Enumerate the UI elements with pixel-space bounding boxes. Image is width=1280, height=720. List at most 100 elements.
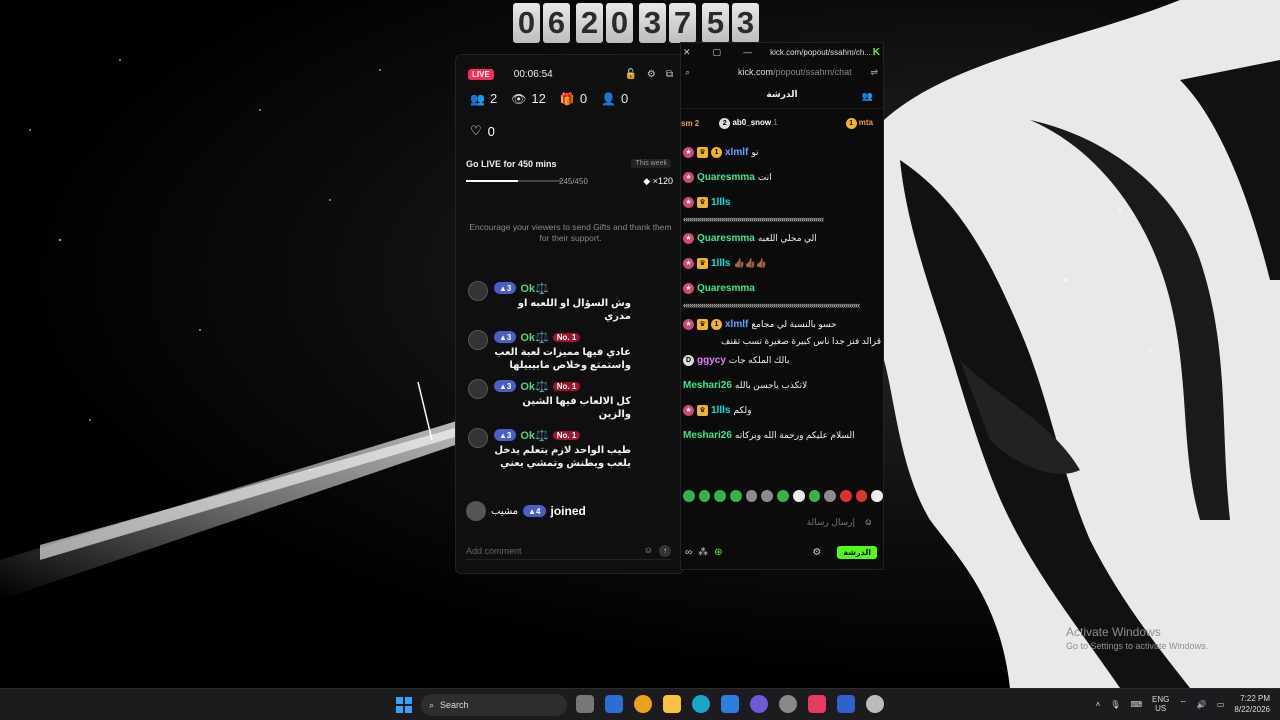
top-gifter-badge: No. 1 <box>552 332 581 342</box>
views-count: 12 <box>531 91 546 106</box>
gear-icon[interactable]: ⚙ <box>812 547 821 558</box>
send-button[interactable]: الدرشة <box>837 545 877 559</box>
address-domain: kick.com <box>738 67 774 77</box>
language-indicator[interactable]: ENG US <box>1152 695 1169 713</box>
maximize-icon[interactable]: ▢ <box>713 47 722 58</box>
emote-icon[interactable] <box>824 490 836 502</box>
join-notification: مشيب ▲ 4 joined <box>466 501 586 521</box>
chat-message[interactable]: ★ ♛ 1llls 👍🏾👍🏾👍🏾 <box>681 252 883 275</box>
emote-icon[interactable] <box>683 490 695 502</box>
message-input[interactable]: إرسال رسالة ☺ <box>685 513 873 531</box>
kick-chat-list: ★ ♛ 1 xlmlf تو ★ Quaresmma انت ★ ♛ 1llls «««««… <box>681 141 883 449</box>
emote-icon[interactable] <box>761 490 774 502</box>
chat-message[interactable]: ★ ♛ 1llls ولكم <box>681 399 883 422</box>
gifter-right: mta <box>858 117 873 127</box>
top-gifter-badge: No. 1 <box>552 430 581 440</box>
mail-icon[interactable] <box>721 695 739 713</box>
message-text: 👍🏾👍🏾👍🏾 <box>733 258 768 268</box>
emote-icon[interactable] <box>839 490 852 502</box>
taskbar-search[interactable]: ⌕ Search <box>421 694 567 716</box>
chat-message[interactable]: ▲ 3 Ok⚖️ No. 1 كل الالعاب فيها الشين والزي… <box>466 379 681 421</box>
chat-footer: ∞ ⁂ ⊛ ⚙ الدرشة <box>681 543 883 561</box>
site-settings-icon[interactable]: ⇌ <box>870 67 878 78</box>
chat-message[interactable]: ★ ♛ 1 xlmlf حسو بالنسبة لي مجامع قرالد فنز ج… <box>681 313 883 347</box>
chat-message[interactable]: ★ Quaresmma انت <box>681 166 883 189</box>
username: ggycy <box>697 355 726 366</box>
chat-message[interactable]: ▲ 3 Ok⚖️ No. 1 طيب الواحد لازم يتعلم يدخل … <box>466 428 681 470</box>
drops-icon[interactable]: ⁂ <box>698 547 708 558</box>
message-text: حسو بالنسبة لي مجامع <box>751 319 837 329</box>
viewers-count: 2 <box>489 91 498 106</box>
sub-badge-icon: ★ <box>683 405 694 416</box>
likes-count: 0 <box>487 123 495 139</box>
live-goal[interactable]: Go LIVE for 450 mins This week 245/450 ◆… <box>466 159 675 186</box>
emote-icon[interactable] <box>777 490 789 502</box>
send-icon[interactable]: ↑ <box>659 544 671 557</box>
emote-icon[interactable] <box>871 490 883 502</box>
discord-icon[interactable] <box>750 695 768 713</box>
chat-message[interactable]: ▲ 3 Ok⚖️ No. 1 عادي فيها مميزات لعبة العب … <box>466 330 681 372</box>
people-icon[interactable]: 👥 <box>862 91 873 102</box>
app-icon[interactable] <box>837 695 855 713</box>
watermark-title: Activate Windows <box>1066 625 1161 639</box>
emote-icon[interactable] <box>698 490 711 502</box>
chat-message[interactable]: ▲ 3 Ok⚖️ وش السؤال او اللعبه او مدري <box>466 281 681 323</box>
microphone-icon[interactable]: 🎙 <box>1110 700 1120 709</box>
edge-icon[interactable] <box>692 695 710 713</box>
message-text: السلام عليكم ورحمة الله وبركاته <box>734 430 855 440</box>
level-value: 3 <box>506 430 512 440</box>
chat-message[interactable]: ★ ♛ 1llls ««««««««««««««««««««««««««««««««… <box>681 191 883 225</box>
emote-icon[interactable] <box>855 490 868 502</box>
keyboard-icon[interactable]: ⌨ <box>1130 700 1142 709</box>
popout-icon[interactable]: ⧉ <box>666 69 673 80</box>
wave-icon <box>466 501 486 521</box>
address-bar[interactable]: ⌕ kick.com/popout/ssahm/chat ⇌ <box>681 64 883 80</box>
comment-input[interactable]: Add comment ☺ ↑ <box>466 542 671 560</box>
clock-tray[interactable]: 7:22 PM 8/22/2026 <box>1234 693 1270 715</box>
chat-message[interactable]: ★ Quaresmma الي محلي اللعبه <box>681 227 883 250</box>
volume-icon[interactable]: 🔊 <box>1197 700 1207 709</box>
users-icon: 👥 <box>470 91 485 106</box>
desktop: 06 20 37 53 LIVE 00:06:54 🔓 ⚙ ⧉ 👥 2 👁 12 🎁… <box>0 0 1280 688</box>
emote-icon[interactable] <box>792 490 805 502</box>
gold-badge-icon: 1 <box>711 319 722 330</box>
file-explorer-icon[interactable] <box>663 695 681 713</box>
chat-message[interactable]: Meshari26 السلام عليكم ورحمة الله وبركاته <box>681 424 883 447</box>
emote-icon[interactable] <box>730 490 742 502</box>
live-dashboard-window: LIVE 00:06:54 🔓 ⚙ ⧉ 👥 2 👁 12 🎁 0 👤 0 ♡ 0 Go … <box>455 54 684 574</box>
emoji-icon[interactable]: ☺ <box>864 517 873 527</box>
store-icon[interactable] <box>605 695 623 713</box>
username: Meshari26 <box>683 380 732 391</box>
message-text: عادي فيها مميزات لعبة العب واستمتع وخلاص… <box>494 347 631 371</box>
chat-message[interactable]: ★ Quaresmma «««««««««««««««««««««««««««««… <box>681 277 883 311</box>
chevron-up-icon[interactable]: ˄ <box>1096 700 1101 709</box>
add-user-icon: 👤 <box>601 91 617 106</box>
close-icon[interactable]: ✕ <box>683 47 691 58</box>
tiktok-live-icon[interactable] <box>808 695 826 713</box>
window-title: kick.com/popout/ssahm/ch... <box>770 47 871 57</box>
tray-time: 7:22 PM <box>1240 694 1270 703</box>
emote-icon[interactable] <box>745 490 758 502</box>
gem-icon: ◆ <box>643 176 651 186</box>
start-button[interactable] <box>396 697 412 713</box>
chat-message[interactable]: ★ ♛ 1 xlmlf تو <box>681 141 883 164</box>
minimize-icon[interactable]: — <box>743 47 752 58</box>
points-icon[interactable]: ∞ <box>685 547 692 558</box>
task-view-icon[interactable] <box>576 695 594 713</box>
wifi-icon[interactable]: ⌔ <box>1179 699 1187 709</box>
level-badge: ▲ 3 <box>494 429 517 441</box>
chat-message[interactable]: Meshari26 لاتكذب ياحسن بالله <box>681 374 883 397</box>
emote-icon[interactable] <box>808 490 821 502</box>
battery-icon[interactable]: ▭ <box>1217 700 1225 709</box>
message-continued: قرالد فنز جدا ناس كبيرة صغيرة تسب تقنف <box>721 336 881 346</box>
emoji-icon[interactable]: ☺ <box>644 545 653 557</box>
settings-icon[interactable] <box>866 695 884 713</box>
chat-message[interactable]: D ggycy بالك الملكه جات <box>681 349 883 372</box>
kick-coin-icon[interactable]: ⊛ <box>714 547 722 558</box>
chrome-icon[interactable] <box>634 695 652 713</box>
gear-icon[interactable]: ⚙ <box>647 69 656 80</box>
top-gifters-bar[interactable]: sm 2 2 ab0_snow 1 1 mta <box>681 115 883 131</box>
app-icon[interactable] <box>779 695 797 713</box>
lock-icon[interactable]: 🔓 <box>624 69 636 80</box>
emote-icon[interactable] <box>714 490 727 502</box>
